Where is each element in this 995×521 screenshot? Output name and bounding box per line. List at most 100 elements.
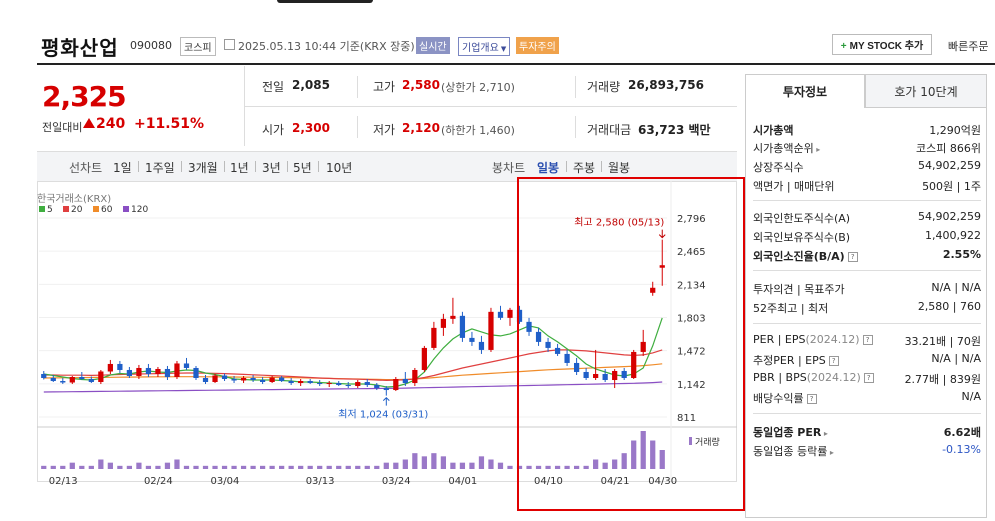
candle-chart-label: 봉차트 bbox=[492, 161, 526, 175]
tab-order-book[interactable]: 호가 10단계 bbox=[865, 74, 987, 108]
candle-body bbox=[240, 378, 247, 381]
volume-bar bbox=[117, 465, 123, 469]
help-icon[interactable]: ? bbox=[828, 356, 839, 366]
volume-bar bbox=[183, 465, 190, 469]
foreign-rate-row[interactable]: 외국인소진율(B/A)? 2.55% bbox=[753, 246, 981, 265]
volume-bar bbox=[174, 459, 180, 469]
chevron-right-icon: ▸ bbox=[813, 145, 821, 154]
candle-body bbox=[174, 363, 180, 377]
volume-bar bbox=[431, 453, 437, 469]
volume-bar bbox=[88, 465, 94, 469]
period-10y[interactable]: 10년 bbox=[326, 159, 352, 176]
candle-body bbox=[202, 378, 209, 383]
separator bbox=[224, 161, 225, 172]
market-cap-row: 시가총액 1,290억원 bbox=[753, 120, 981, 139]
highlight-box bbox=[517, 177, 745, 511]
candle-body bbox=[488, 311, 494, 350]
candle-body bbox=[279, 377, 285, 382]
opinion-label: 투자의견 | 목표주가 bbox=[753, 283, 845, 296]
est-per-row[interactable]: 추정PER | EPS? N/A | N/A bbox=[753, 350, 981, 369]
candle-body bbox=[136, 367, 142, 376]
industry-rate-row[interactable]: 동일업종 등락률 ▸ -0.13% bbox=[753, 441, 981, 460]
volume-bar bbox=[326, 465, 332, 469]
tab-investment-info[interactable]: 투자정보 bbox=[745, 74, 865, 108]
help-icon[interactable]: ? bbox=[863, 373, 874, 383]
volume-bar bbox=[412, 453, 418, 469]
dividend-row[interactable]: 배당수익률? N/A bbox=[753, 388, 981, 407]
candle-body bbox=[402, 379, 408, 384]
cap-rank-row[interactable]: 시가총액순위 ▸ 코스피 866위 bbox=[753, 138, 981, 157]
foreign-rate-label: 외국인소진율(B/A)? bbox=[753, 248, 858, 264]
change-label: 전일대비 bbox=[42, 121, 83, 134]
add-mystock-button[interactable]: + MY STOCK 추가 bbox=[832, 34, 932, 55]
foreign-hold-row: 외국인보유주식수(B) 1,400,922 bbox=[753, 227, 981, 246]
candle-body bbox=[326, 383, 332, 385]
chart-source-label: 한국거래소(KRX) bbox=[37, 193, 111, 205]
opinion-row: 투자의견 | 목표주가 N/A | N/A bbox=[753, 279, 981, 298]
candle-body bbox=[250, 378, 256, 381]
market-cap-value: 1,290억원 bbox=[929, 124, 981, 137]
candle-body bbox=[288, 381, 294, 384]
candle-body bbox=[345, 385, 351, 387]
period-5y[interactable]: 5년 bbox=[293, 159, 312, 176]
volume-bar bbox=[355, 465, 361, 469]
period-3m[interactable]: 3개월 bbox=[188, 159, 218, 176]
volume-bar bbox=[478, 456, 485, 469]
volume-bar bbox=[298, 465, 304, 469]
candle-body bbox=[412, 369, 418, 384]
company-info-dropdown[interactable]: 기업개요 ▼ bbox=[458, 37, 511, 56]
volume-bar bbox=[136, 462, 142, 469]
volume-bar bbox=[393, 462, 399, 469]
help-icon[interactable]: ? bbox=[862, 335, 873, 345]
volume-bar bbox=[402, 459, 408, 469]
datetime-text: 2025.05.13 10:44 기준(KRX 장중) bbox=[238, 40, 415, 53]
candle-body bbox=[183, 363, 190, 368]
period-weekly[interactable]: 주봉 bbox=[573, 159, 595, 176]
volume-bar bbox=[307, 465, 313, 469]
separator bbox=[566, 161, 567, 172]
volume-bar bbox=[240, 465, 247, 469]
candle-body bbox=[88, 379, 94, 383]
cap-rank-label: 시가총액순위 ▸ bbox=[753, 142, 821, 155]
line-chart-label: 선차트 bbox=[69, 161, 103, 175]
opinion-value: N/A | N/A bbox=[931, 281, 981, 294]
volume-bar bbox=[421, 456, 427, 469]
legend-label: 120 bbox=[131, 205, 148, 215]
up-triangle-icon bbox=[83, 118, 95, 128]
upper-limit: (상한가 2,710) bbox=[441, 81, 515, 94]
period-1w[interactable]: 1주일 bbox=[145, 159, 175, 176]
change-amount: 240 bbox=[96, 116, 126, 132]
chevron-down-icon: ▼ bbox=[500, 45, 507, 53]
volume-bar bbox=[497, 462, 504, 469]
open-label: 시가 bbox=[262, 123, 285, 137]
separator bbox=[318, 161, 319, 172]
pbr-label: PBR | BPS(2024.12)? bbox=[753, 371, 874, 384]
candle-body bbox=[231, 379, 237, 381]
period-1d[interactable]: 1일 bbox=[113, 159, 132, 176]
industry-per-row[interactable]: 동일업종 PER ▸ 6.62배 bbox=[753, 422, 981, 441]
amount-unit: 백만 bbox=[688, 123, 711, 137]
candle-body bbox=[145, 367, 152, 374]
realtime-badge[interactable]: 실시간 bbox=[416, 37, 450, 54]
add-mystock-label: MY STOCK 추가 bbox=[849, 41, 924, 52]
period-1y[interactable]: 1년 bbox=[230, 159, 249, 176]
divider bbox=[753, 413, 981, 414]
per-row[interactable]: PER | EPS(2024.12)? 33.21배 | 70원 bbox=[753, 331, 981, 350]
pbr-row[interactable]: PBR | BPS(2024.12)? 2.77배 | 839원 bbox=[753, 369, 981, 388]
candle-body bbox=[383, 388, 389, 391]
period-daily[interactable]: 일봉 bbox=[537, 159, 559, 176]
investment-info-box: 시가총액 1,290억원 시가총액순위 ▸ 코스피 866위 상장주식수 54,… bbox=[745, 108, 987, 518]
volume-bar bbox=[231, 465, 237, 469]
quick-order-link[interactable]: 빠른주문 bbox=[948, 38, 988, 54]
period-monthly[interactable]: 월봉 bbox=[608, 159, 630, 176]
x-tick-label: 03/13 bbox=[306, 476, 335, 487]
candle-body bbox=[69, 376, 75, 383]
help-icon[interactable]: ? bbox=[806, 394, 817, 404]
period-3y[interactable]: 3년 bbox=[262, 159, 281, 176]
prev-close-value: 2,085 bbox=[292, 78, 330, 92]
help-icon[interactable]: ? bbox=[847, 252, 858, 262]
candle-body bbox=[450, 315, 456, 319]
volume-bar bbox=[126, 465, 133, 469]
candle-body bbox=[459, 315, 466, 338]
lower-limit: (하한가 1,460) bbox=[441, 124, 515, 137]
